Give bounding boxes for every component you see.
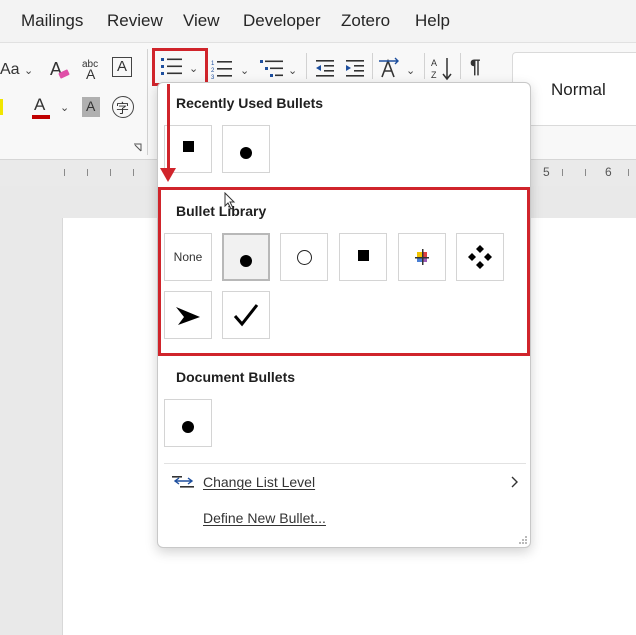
- svg-text:A: A: [86, 66, 96, 81]
- decrease-indent-icon[interactable]: [314, 59, 336, 79]
- dialog-launcher-icon[interactable]: [133, 143, 143, 153]
- highlight-color-swatch[interactable]: [0, 99, 3, 115]
- ruler-tick: [133, 169, 134, 176]
- chevron-down-icon[interactable]: ⌄: [288, 64, 297, 77]
- font-color-swatch: [32, 115, 50, 119]
- ruler-tick: [110, 169, 111, 176]
- chevron-right-icon: [511, 476, 518, 488]
- bullet-library-highlight: [158, 187, 530, 356]
- style-normal[interactable]: Normal: [551, 80, 606, 100]
- ruler-tick: [628, 169, 629, 176]
- menu-developer[interactable]: Developer: [243, 11, 321, 31]
- font-color-button[interactable]: A: [34, 95, 45, 115]
- ruler-number: 5: [543, 165, 550, 179]
- recent-bullet-dot[interactable]: [222, 125, 270, 173]
- group-separator: [460, 53, 461, 79]
- document-bullet-dot[interactable]: [164, 399, 212, 447]
- change-list-level-icon: [172, 476, 194, 488]
- svg-text:A: A: [431, 58, 437, 68]
- character-shading-button[interactable]: A: [82, 97, 100, 117]
- svg-text:3: 3: [211, 75, 215, 81]
- mouse-cursor-icon: [224, 192, 236, 210]
- ruler-tick: [562, 169, 563, 176]
- menu-help[interactable]: Help: [415, 11, 450, 31]
- resize-grip-icon[interactable]: [518, 535, 528, 545]
- recently-used-bullets-heading: Recently Used Bullets: [176, 95, 324, 111]
- annotation-arrow-head: [160, 168, 176, 182]
- change-list-level-label: Change List Level: [203, 474, 316, 490]
- define-new-bullet-item[interactable]: Define New Bullet...: [158, 501, 532, 535]
- annotation-arrow-line: [167, 84, 170, 169]
- menu-mailings[interactable]: Mailings: [21, 11, 83, 31]
- filled-circle-bullet-icon: [182, 421, 194, 433]
- group-separator: [424, 53, 425, 79]
- show-formatting-marks-button[interactable]: ¶: [470, 57, 481, 79]
- group-separator: [147, 49, 148, 155]
- increase-indent-icon[interactable]: [344, 59, 366, 79]
- chevron-down-icon[interactable]: ⌄: [406, 64, 415, 77]
- menu-review[interactable]: Review: [107, 11, 163, 31]
- text-direction-icon[interactable]: [378, 57, 402, 81]
- chevron-down-icon[interactable]: ⌄: [60, 101, 69, 114]
- menu-view[interactable]: View: [183, 11, 220, 31]
- change-list-level-item[interactable]: Change List Level: [158, 465, 532, 499]
- eraser-icon: [58, 69, 70, 79]
- multilevel-list-icon[interactable]: [260, 59, 284, 81]
- ruler-number: 6: [605, 165, 612, 179]
- menu-divider: [164, 463, 526, 464]
- ruler-tick: [87, 169, 88, 176]
- ruler-tick: [585, 169, 586, 176]
- sort-icon[interactable]: A Z: [430, 56, 454, 82]
- menu-zotero[interactable]: Zotero: [341, 11, 390, 31]
- recent-bullet-square[interactable]: [164, 125, 212, 173]
- numbering-icon[interactable]: 1 2 3: [211, 59, 233, 81]
- svg-text:1: 1: [211, 61, 215, 67]
- square-bullet-icon: [182, 140, 194, 152]
- filled-circle-bullet-icon: [240, 147, 252, 159]
- text-effects-icon[interactable]: abc A: [80, 57, 104, 81]
- change-case-button[interactable]: Aa: [0, 61, 20, 79]
- svg-text:Z: Z: [431, 70, 437, 80]
- group-separator: [372, 53, 373, 79]
- svg-text:2: 2: [211, 68, 215, 74]
- chevron-down-icon[interactable]: ⌄: [240, 64, 249, 77]
- group-separator: [306, 53, 307, 79]
- character-border-button[interactable]: A: [112, 57, 132, 77]
- enclose-characters-button[interactable]: 字: [112, 96, 134, 118]
- ruler-tick: [64, 169, 65, 176]
- menu-bar: Mailings Review View Developer Zotero He…: [0, 0, 636, 42]
- document-bullets-heading: Document Bullets: [176, 369, 296, 385]
- bullets-button-highlight: [152, 48, 208, 86]
- chevron-down-icon[interactable]: ⌄: [24, 64, 33, 77]
- define-new-bullet-label: Define New Bullet...: [203, 510, 326, 526]
